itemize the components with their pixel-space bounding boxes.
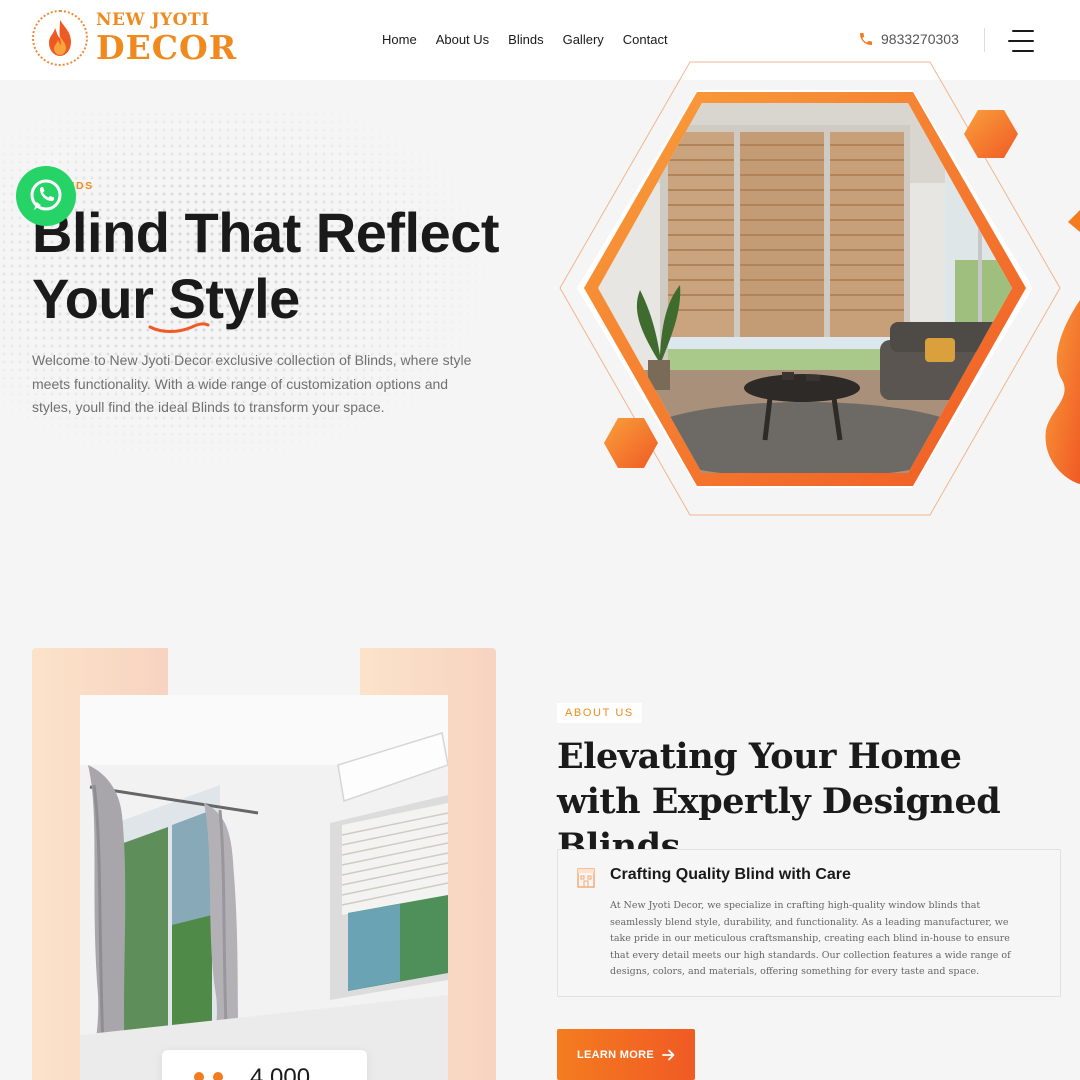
flame-logo-icon <box>32 10 88 66</box>
learn-more-button[interactable]: LEARN MORE <box>557 1029 695 1080</box>
phone-icon <box>860 33 872 45</box>
nav-gallery[interactable]: Gallery <box>563 32 604 47</box>
hero-description: Welcome to New Jyoti Decor exclusive col… <box>32 352 472 415</box>
stat-quote-icon <box>194 1072 223 1080</box>
nav-contact[interactable]: Contact <box>623 32 668 47</box>
stat-value: 4,000 <box>250 1064 311 1080</box>
brand-name-line1: NEW JYOTI <box>96 10 210 30</box>
nav-about-us[interactable]: About Us <box>436 32 489 47</box>
phone-link[interactable]: 9833270303 <box>858 31 959 47</box>
learn-more-label: LEARN MORE <box>577 1048 654 1061</box>
whatsapp-icon[interactable] <box>16 166 76 226</box>
phone-number: 9833270303 <box>881 31 959 47</box>
main-nav: Home About Us Blinds Gallery Contact <box>382 32 668 47</box>
hero-title-line1: Blind That Reflect <box>32 201 500 264</box>
about-feature-card: Crafting Quality Blind with Care At New … <box>557 849 1061 997</box>
about-tag: ABOUT US <box>557 703 642 723</box>
hero-hexagon-graphic <box>559 61 1080 516</box>
brand-logo[interactable]: NEW JYOTI DECOR <box>32 10 237 66</box>
header-divider <box>984 28 985 52</box>
title-underline-swoosh <box>148 322 210 333</box>
card-text: At New Jyoti Decor, we specialize in cra… <box>610 900 1011 978</box>
building-icon <box>577 868 595 888</box>
hamburger-menu-icon[interactable] <box>1008 30 1036 52</box>
nav-blinds[interactable]: Blinds <box>508 32 543 47</box>
arrow-right-icon <box>662 1049 675 1060</box>
hero-title: Blind That Reflect Your Style <box>32 200 552 332</box>
hero-title-line2: Your Style <box>32 267 300 330</box>
nav-home[interactable]: Home <box>382 32 417 47</box>
stat-card: 4,000 <box>162 1050 367 1080</box>
about-room-image <box>80 695 448 1080</box>
brand-name-line2: DECOR <box>96 28 238 67</box>
brand-name: NEW JYOTI DECOR <box>96 10 238 67</box>
card-title: Crafting Quality Blind with Care <box>610 866 851 883</box>
